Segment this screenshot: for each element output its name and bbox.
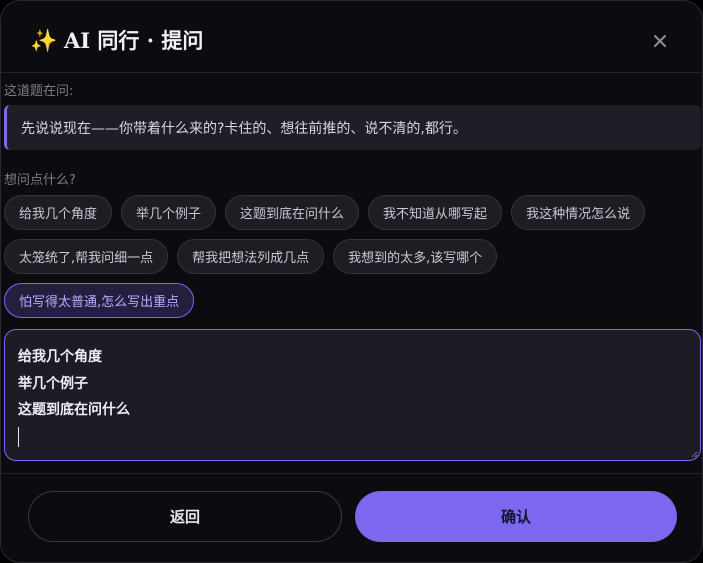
resize-grip-icon[interactable] [690,450,698,458]
suggestion-chip[interactable]: 怕写得太普通,怎么写出重点 [4,283,195,318]
sparkles-icon: ✨ [30,29,58,54]
footer-divider [1,473,702,474]
suggestion-chip[interactable]: 我想到的太多,该写哪个 [333,239,498,274]
confirm-button[interactable]: 确认 [355,491,677,542]
question-text: 先说说现在——你带着什么来的?卡住的、想往前推的、说不清的,都行。 [4,105,701,150]
suggestion-chip[interactable]: 这题到底在问什么 [225,195,360,230]
suggestions-label: 想问点什么? [4,173,76,188]
input-line: 给我几个角度 [18,349,102,365]
chip-row: 怕写得太普通,怎么写出重点 [4,283,701,318]
suggestion-chip[interactable]: 我不知道从哪写起 [368,195,503,230]
close-button[interactable] [647,28,673,54]
input-line: 这题到底在问什么 [18,402,130,418]
suggestion-chip[interactable]: 举几个例子 [121,195,217,230]
input-line: 举几个例子 [18,375,88,392]
input-caret-line [18,424,687,451]
text-caret [18,426,19,447]
suggestion-chip[interactable]: 太笼统了,帮我问细一点 [4,239,169,274]
dialog-header: ✨ AI 同行 · 提问 [1,1,702,73]
suggestion-chip[interactable]: 我这种情况怎么说 [511,195,646,230]
back-button[interactable]: 返回 [28,491,342,542]
ai-ask-dialog: ✨ AI 同行 · 提问 这道题在问: 先说说现在——你带着什么来的?卡住的、想… [0,0,703,563]
chip-row: 给我几个角度 举几个例子 这题到底在问什么 我不知道从哪写起 我这种情况怎么说 [4,195,701,230]
chip-row: 太笼统了,帮我问细一点 帮我把想法列成几点 我想到的太多,该写哪个 [4,239,701,274]
suggestion-chips: 给我几个角度 举几个例子 这题到底在问什么 我不知道从哪写起 我这种情况怎么说 太笼统了,… [4,195,701,327]
suggestion-chip[interactable]: 给我几个角度 [4,195,113,230]
close-icon [654,35,666,47]
question-label: 这道题在问: [4,84,74,99]
dialog-title: AI 同行 · 提问 [64,28,204,53]
suggestion-chip[interactable]: 帮我把想法列成几点 [177,239,325,274]
question-input[interactable]: 给我几个角度 举几个例子这题到底在问什么 [4,329,701,461]
